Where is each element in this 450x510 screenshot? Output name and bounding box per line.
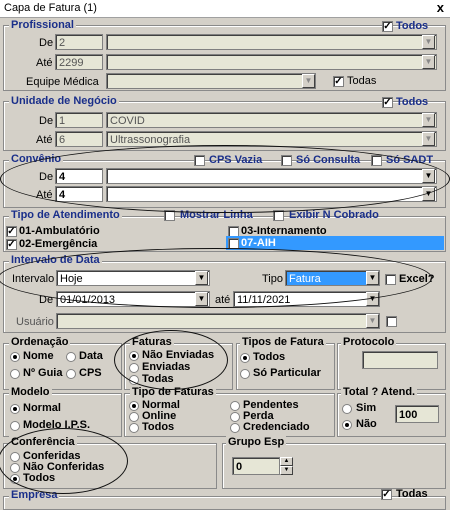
total-sim-radio[interactable] <box>342 404 352 414</box>
ordenacao-guia-radio[interactable] <box>10 369 20 379</box>
ordenacao-cps-label: CPS <box>79 367 102 379</box>
tipo-normal-radio[interactable] <box>129 401 139 411</box>
tipo-credenciado-radio[interactable] <box>230 423 240 433</box>
profissional-de-code[interactable]: 2 <box>55 34 103 50</box>
empresa-todas-label: Todas <box>396 488 428 500</box>
modelo-normal-radio[interactable] <box>10 404 20 414</box>
ordenacao-guia-label: Nº Guia <box>23 367 63 379</box>
unidade-todos-checkbox[interactable]: ✓ <box>382 97 393 108</box>
usuario-select[interactable] <box>56 313 380 329</box>
chevron-down-icon[interactable]: ▼ <box>422 35 435 49</box>
modelo-normal-label: Normal <box>23 402 61 414</box>
chevron-down-icon[interactable]: ▼ <box>366 314 379 328</box>
total-field[interactable]: 100 <box>395 405 439 423</box>
total-nao-label: Não <box>356 418 377 430</box>
protocolo-field[interactable] <box>362 351 438 369</box>
total-legend: Total ? Atend. <box>341 386 418 398</box>
usuario-label: Usuário <box>16 316 54 328</box>
unidade-todos-label: Todos <box>396 96 429 108</box>
tipo-online-radio[interactable] <box>129 412 139 422</box>
ambulatorio-label: 01-Ambulatório <box>19 225 100 237</box>
tipo-credenciado-label: Credenciado <box>243 421 310 433</box>
tipo-todos-radio[interactable] <box>129 423 139 433</box>
annotation-circle-conferencia <box>0 428 128 494</box>
profissional-ate-name[interactable] <box>106 54 437 70</box>
unidade-de-code[interactable]: 1 <box>55 112 103 128</box>
ordenacao-group <box>3 343 122 390</box>
ambulatorio-checkbox[interactable]: ✓ <box>6 226 17 237</box>
equipe-medica-select[interactable] <box>106 73 316 89</box>
empresa-todas-checkbox[interactable]: ✓ <box>381 489 392 500</box>
profissional-legend: Profissional <box>9 19 76 31</box>
spin-down-icon[interactable]: ▼ <box>280 466 293 475</box>
tipos-todos-radio[interactable] <box>240 353 250 363</box>
ordenacao-legend: Ordenação <box>9 336 71 348</box>
unidade-de-label: De <box>39 115 54 127</box>
emergencia-label: 02-Emergência <box>19 238 98 250</box>
atendimento-legend: Tipo de Atendimento <box>9 209 122 221</box>
equipe-todas-checkbox[interactable]: ✓ <box>333 76 344 87</box>
tipo-todos-label: Todos <box>142 421 175 433</box>
aih-label: 07-AIH <box>241 237 276 249</box>
annotation-circle-faturas <box>114 330 228 390</box>
profissional-todos-checkbox[interactable]: ✓ <box>382 21 393 32</box>
annotation-circle-convenio <box>0 145 450 213</box>
tipos-todos-label: Todos <box>253 351 286 363</box>
tipo-perda-radio[interactable] <box>230 412 240 422</box>
empresa-group <box>3 496 446 510</box>
profissional-todos-label: Todos <box>396 20 429 32</box>
ordenacao-nome-radio[interactable] <box>10 352 20 362</box>
chevron-down-icon[interactable]: ▼ <box>422 113 435 127</box>
total-sim-label: Sim <box>356 402 377 414</box>
ordenacao-cps-radio[interactable] <box>66 369 76 379</box>
spin-up-icon[interactable]: ▲ <box>280 457 293 466</box>
profissional-de-name[interactable] <box>106 34 437 50</box>
modelo-legend: Modelo <box>9 386 52 398</box>
ordenacao-data-radio[interactable] <box>66 352 76 362</box>
ordenacao-nome-label: Nome <box>23 350 54 362</box>
usuario-checkbox[interactable] <box>386 316 397 327</box>
tipo-pendentes-radio[interactable] <box>230 401 240 411</box>
tipos-fatura-legend: Tipos de Fatura <box>240 336 326 348</box>
grupo-legend: Grupo Esp <box>226 436 287 448</box>
profissional-ate-label: Até <box>36 57 53 69</box>
chevron-down-icon[interactable]: ▼ <box>422 55 435 69</box>
chevron-down-icon[interactable]: ▼ <box>302 74 315 88</box>
unidade-ate-code[interactable]: 6 <box>55 131 103 147</box>
equipe-todas-label: Todas <box>347 75 377 87</box>
tipos-particular-radio[interactable] <box>240 369 250 379</box>
chevron-down-icon[interactable]: ▼ <box>422 132 435 146</box>
total-nao-radio[interactable] <box>342 420 352 430</box>
unidade-de-name[interactable]: COVID <box>106 112 437 128</box>
close-icon[interactable]: x <box>437 0 444 15</box>
protocolo-legend: Protocolo <box>341 336 397 348</box>
unidade-ate-name[interactable]: Ultrassonografia <box>106 131 437 147</box>
profissional-ate-code[interactable]: 2299 <box>55 54 103 70</box>
annotation-circle-intervalo <box>0 248 432 308</box>
unidade-legend: Unidade de Negócio <box>9 95 119 107</box>
ordenacao-data-label: Data <box>79 350 103 362</box>
tipos-particular-label: Só Particular <box>253 367 321 379</box>
emergencia-checkbox[interactable]: ✓ <box>6 239 17 250</box>
grupo-field[interactable]: 0 <box>232 457 280 475</box>
window-title: Capa de Fatura (1) <box>4 2 97 14</box>
equipe-medica-label: Equipe Médica <box>26 76 99 88</box>
profissional-de-label: De <box>39 37 54 49</box>
modelo-ips-radio[interactable] <box>10 421 20 431</box>
title-bar: Capa de Fatura (1) x <box>0 0 450 18</box>
unidade-ate-label: Até <box>36 134 53 146</box>
